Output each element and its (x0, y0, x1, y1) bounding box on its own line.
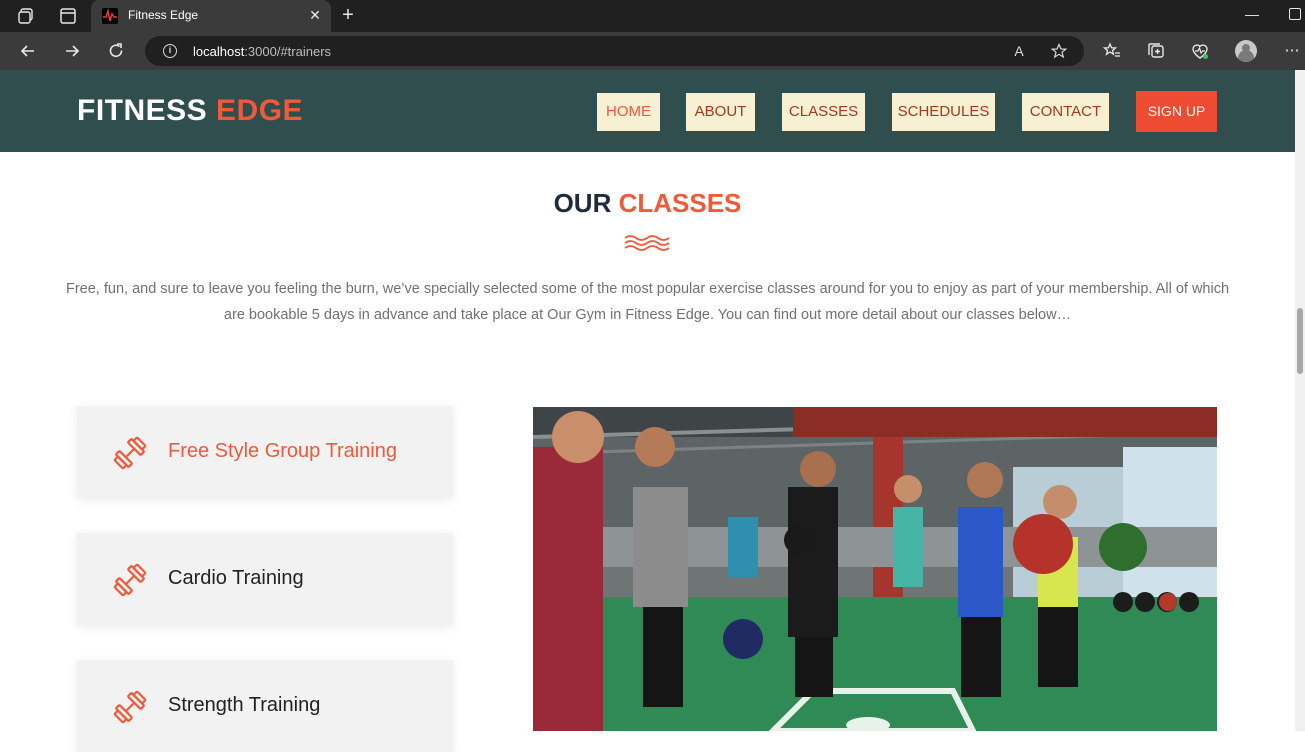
url-text[interactable]: localhost:3000/#trainers (193, 44, 331, 59)
nav-schedules[interactable]: SCHEDULES (892, 93, 995, 131)
forward-arrow-icon[interactable] (62, 41, 82, 61)
favorites-icon[interactable] (1102, 41, 1122, 61)
nav-home[interactable]: HOME (597, 93, 660, 131)
refresh-icon[interactable] (106, 41, 126, 61)
workspaces-icon[interactable] (16, 6, 36, 26)
wave-divider-icon (624, 235, 670, 251)
dumbbell-icon (113, 563, 147, 597)
nav-contact[interactable]: CONTACT (1022, 93, 1109, 131)
site-logo[interactable]: FITNESS EDGE (77, 94, 303, 128)
section-description: Free, fun, and sure to leave you feeling… (65, 281, 1230, 323)
browser-tab-bar: Fitness Edge ✕ + — (0, 0, 1305, 32)
nav-classes[interactable]: CLASSES (782, 93, 865, 131)
class-card-free-style[interactable]: Free Style Group Training (77, 406, 453, 498)
signup-button[interactable]: SIGN UP (1136, 91, 1217, 132)
browser-tab-active[interactable]: Fitness Edge ✕ (91, 0, 331, 32)
browser-toolbar: i localhost:3000/#trainers A ⋯ (0, 32, 1305, 70)
settings-more-icon[interactable]: ⋯ (1282, 41, 1302, 61)
profile-avatar[interactable] (1235, 40, 1257, 62)
collections-icon[interactable] (1146, 41, 1166, 61)
read-aloud-icon[interactable]: A (1011, 43, 1027, 59)
class-label: Free Style Group Training (168, 440, 397, 462)
favorite-star-icon[interactable] (1050, 43, 1068, 59)
site-header: FITNESS EDGE HOME ABOUT CLASSES SCHEDULE… (0, 70, 1295, 152)
address-bar[interactable]: i localhost:3000/#trainers A (145, 36, 1084, 66)
nav-about[interactable]: ABOUT (686, 93, 755, 131)
tab-actions-icon[interactable] (58, 6, 78, 26)
section-title: OUR CLASSES (553, 188, 742, 218)
dumbbell-icon (113, 690, 147, 724)
class-label: Cardio Training (168, 567, 304, 589)
class-label: Strength Training (168, 694, 321, 716)
new-tab-button[interactable]: + (338, 4, 358, 26)
class-photo (533, 407, 1217, 731)
class-card-strength[interactable]: Strength Training (77, 660, 453, 752)
scrollbar-thumb[interactable] (1297, 308, 1303, 374)
window-maximize-icon[interactable] (1289, 8, 1301, 20)
class-card-cardio[interactable]: Cardio Training (77, 533, 453, 625)
page-scrollbar[interactable] (1295, 70, 1305, 731)
back-arrow-icon[interactable] (18, 41, 38, 61)
site-favicon-icon (102, 8, 118, 24)
tab-close-icon[interactable]: ✕ (308, 7, 322, 23)
browser-essentials-icon[interactable] (1190, 41, 1210, 61)
window-minimize-icon[interactable]: — (1244, 6, 1260, 26)
dumbbell-icon (113, 436, 147, 470)
site-info-icon[interactable]: i (163, 44, 177, 58)
tab-title: Fitness Edge (128, 8, 199, 22)
